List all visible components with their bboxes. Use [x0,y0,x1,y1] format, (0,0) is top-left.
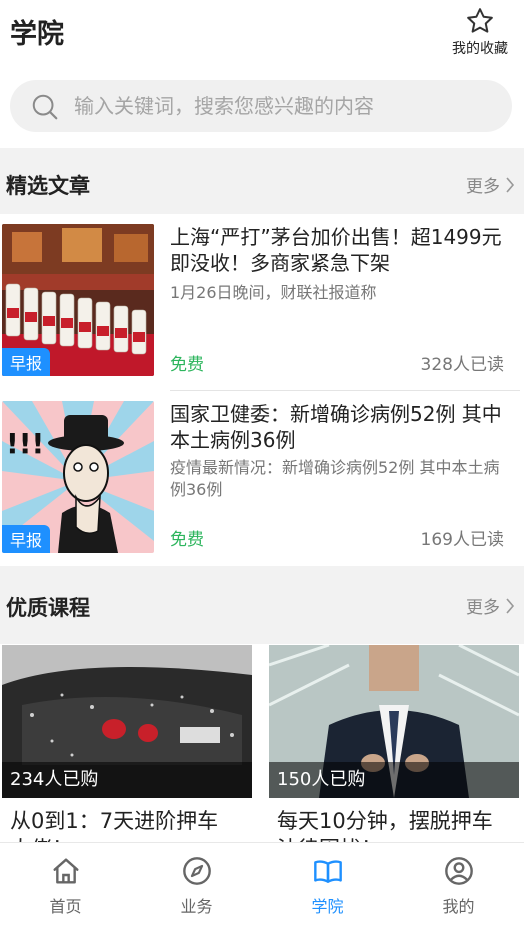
course-card[interactable]: 150人已购 每天10分钟，摆脱押车 法律困扰！ [269,645,519,845]
article-title: 上海“严打”茅台加价出售！超1499元即没收！多商家紧急下架 [170,225,502,275]
section-title: 优质课程 [6,596,90,620]
article-desc: 1月26日晚间，财联社报道称 [170,283,377,302]
compass-icon [182,857,211,885]
courses-more-link[interactable]: 更多 [466,593,516,618]
favorites-label: 我的收藏 [452,41,508,57]
tab-business[interactable]: 业务 [131,843,262,926]
article-price: 免费 [170,355,204,375]
tab-mine[interactable]: 我的 [393,843,524,926]
article-reads: 169人已读 [420,530,504,550]
search-input[interactable] [74,80,494,132]
article-thumbnail: !!! 早报 [2,401,154,553]
article-tag: 早报 [2,348,51,376]
search-bar[interactable] [10,80,512,132]
course-buyers: 234人已购 [2,762,252,798]
course-title: 从0到1：7天进阶押车 [10,809,219,833]
articles-section-header: 精选文章 更多 [0,148,524,214]
course-buyers: 150人已购 [269,762,519,798]
tab-label: 业务 [180,897,213,916]
top-bar: 学院 我的收藏 [0,0,524,70]
article-price: 免费 [170,530,204,550]
user-icon [444,857,473,885]
tab-label: 我的 [442,897,475,916]
article-thumbnail: 早报 [2,224,154,376]
page-title: 学院 [10,19,64,50]
svg-text:!!!: !!! [6,427,44,460]
course-image: 150人已购 [269,645,519,798]
star-icon [467,8,493,33]
tab-label: 学院 [311,897,344,916]
book-icon [313,860,342,883]
course-title: 每天10分钟，摆脱押车 [277,809,493,833]
tab-academy[interactable]: 学院 [262,843,393,926]
article-title: 国家卫健委：新增确诊病例52例 其中本土病例36例 [170,402,502,452]
section-title: 精选文章 [6,174,90,198]
tab-label: 首页 [49,897,82,916]
bottom-tab-bar: 首页 业务 学院 我的 [0,842,524,926]
article-card[interactable]: 早报 上海“严打”茅台加价出售！超1499元即没收！多商家紧急下架 1月26日晚… [0,214,524,380]
chevron-right-icon [506,597,515,614]
more-label: 更多 [466,177,500,197]
courses-section-header: 优质课程 更多 [0,566,524,644]
course-image: 234人已购 [2,645,252,798]
article-desc: 疫情最新情况：新增确诊病例52例 其中本土病例36例 [170,458,500,499]
search-icon [32,94,58,120]
article-reads: 328人已读 [420,355,504,375]
article-card[interactable]: !!! 早报 国家卫健委：新增确诊病例52例 其中本土病例36例 疫情最新情况：… [0,391,524,557]
article-tag: 早报 [2,525,51,553]
chevron-right-icon [506,176,515,193]
articles-more-link[interactable]: 更多 [466,172,516,197]
tab-home[interactable]: 首页 [0,843,131,926]
favorites-button[interactable]: 我的收藏 [448,6,512,62]
more-label: 更多 [466,598,500,618]
home-icon [52,858,79,884]
course-card[interactable]: 234人已购 从0到1：7天进阶押车 大佬！ [2,645,252,845]
